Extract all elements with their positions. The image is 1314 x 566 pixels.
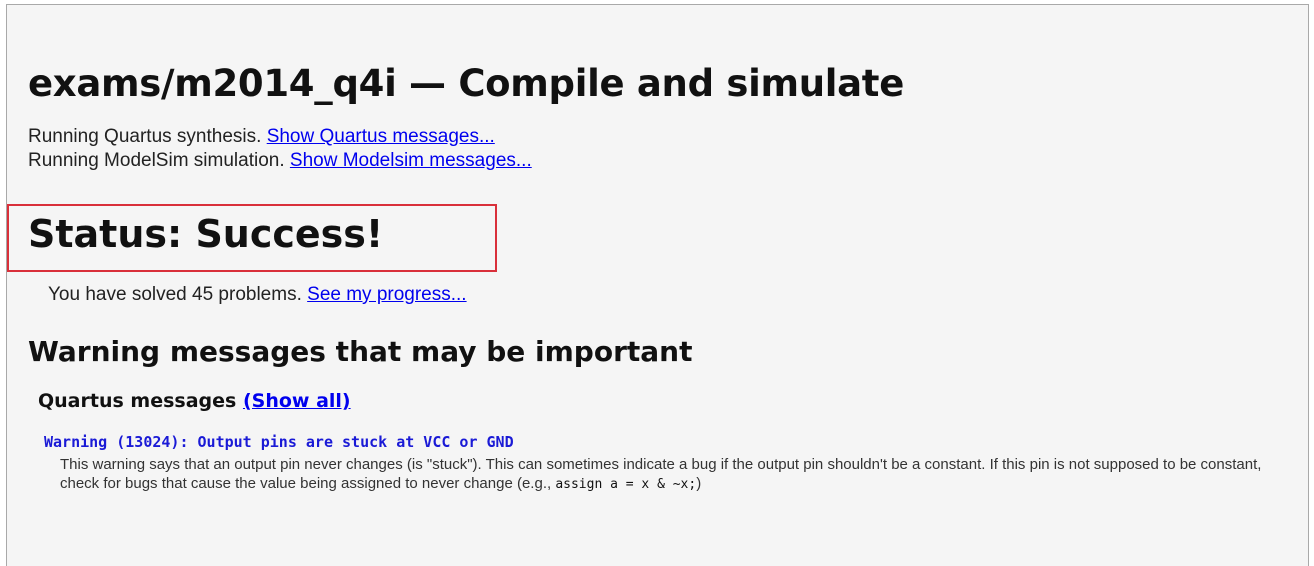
solved-text: You have solved 45 problems. [48, 284, 302, 305]
modelsim-run-line: Running ModelSim simulation. Show Models… [28, 150, 532, 172]
warning-code: Warning (13024): Output pins are stuck a… [44, 433, 514, 451]
show-modelsim-messages-link[interactable]: Show Modelsim messages... [290, 150, 532, 171]
show-all-link[interactable]: (Show all) [243, 390, 351, 412]
warnings-heading: Warning messages that may be important [28, 335, 693, 368]
quartus-messages-label: Quartus messages [38, 390, 237, 412]
show-quartus-messages-link[interactable]: Show Quartus messages... [267, 126, 495, 147]
status-title: Status: Success! [28, 212, 384, 256]
see-progress-link[interactable]: See my progress... [307, 284, 466, 305]
modelsim-run-text: Running ModelSim simulation. [28, 150, 285, 171]
warning-description-suffix: ) [696, 475, 702, 492]
solved-line: You have solved 45 problems. See my prog… [48, 284, 467, 306]
page-title: exams/m2014_q4i — Compile and simulate [28, 62, 904, 105]
warning-example-code: assign a = x & ~x; [555, 477, 697, 492]
quartus-run-line: Running Quartus synthesis. Show Quartus … [28, 126, 495, 148]
quartus-messages-header: Quartus messages (Show all) [38, 390, 351, 412]
quartus-run-text: Running Quartus synthesis. [28, 126, 262, 147]
warning-description: This warning says that an output pin nev… [60, 455, 1280, 494]
